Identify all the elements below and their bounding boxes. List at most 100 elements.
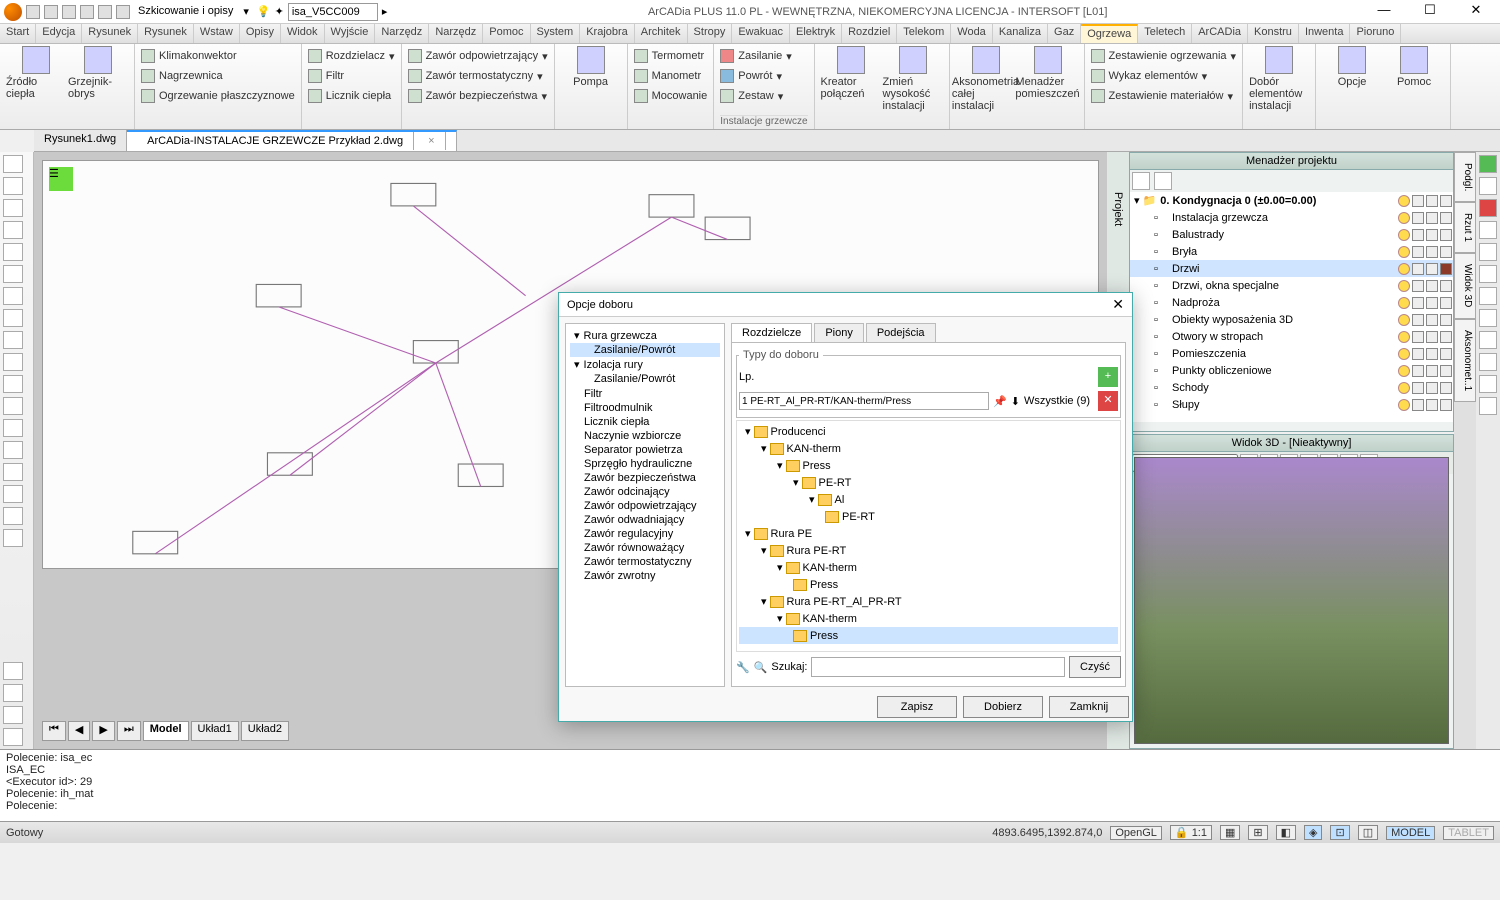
btn-zmien-wysokosc[interactable]: Zmień wysokość instalacji [883, 46, 943, 127]
btn-zawor-odpowietrzajacy[interactable]: Zawór odpowietrzający ▾ [408, 46, 548, 66]
ribbon-tab[interactable]: Teletech [1138, 24, 1192, 43]
list-item[interactable]: Zawór odpowietrzający [574, 499, 716, 513]
maximize-button[interactable]: ☐ [1410, 2, 1450, 22]
list-item[interactable]: Sprzęgło hydrauliczne [574, 457, 716, 471]
tool-curve-icon[interactable] [3, 221, 23, 239]
btn-opcje[interactable]: Opcje [1322, 46, 1382, 127]
tool-spiral-icon[interactable] [3, 463, 23, 481]
list-hdr-izolacja[interactable]: ▾ Izolacja rury [570, 357, 720, 372]
list-item-zasilanie-1[interactable]: Zasilanie/Powrót [570, 343, 720, 357]
ribbon-tab[interactable]: Architek [635, 24, 688, 43]
rtool-10-icon[interactable] [1479, 397, 1497, 415]
list-hdr-rura[interactable]: ▾ Rura grzewcza [570, 328, 720, 343]
rtool-4-icon[interactable] [1479, 265, 1497, 283]
ribbon-tab[interactable]: Widok [281, 24, 325, 43]
side-tab-rzut1[interactable]: Rzut 1 [1454, 202, 1476, 253]
ribbon-tab[interactable]: Woda [951, 24, 993, 43]
ribbon-tab[interactable]: Edycja [36, 24, 82, 43]
sheet-nav-next-icon[interactable]: ▶ [92, 721, 114, 741]
tree-item[interactable]: ▫Balustrady [1130, 226, 1453, 243]
clear-button[interactable]: Czyść [1069, 656, 1121, 678]
tool-orbit-icon[interactable] [3, 728, 23, 746]
ribbon-tab[interactable]: Krajobra [580, 24, 635, 43]
add-row-button[interactable]: + [1098, 367, 1118, 387]
view3d-canvas[interactable] [1134, 457, 1449, 744]
tree-pert-1[interactable]: ▾PE-RT [739, 474, 1118, 491]
sheet-nav-last-icon[interactable]: ⏭ [117, 721, 141, 741]
tool-line-icon[interactable] [3, 155, 23, 173]
btn-filtr[interactable]: Filtr [308, 66, 395, 86]
ribbon-tab[interactable]: Rysunek [138, 24, 194, 43]
tree-item[interactable]: ▫Punkty obliczeniowe [1130, 362, 1453, 379]
btn-mocowanie[interactable]: Mocowanie [634, 86, 708, 106]
menu-dropdown-icon[interactable]: ▾ [243, 5, 249, 18]
tool-zoom-icon[interactable] [3, 684, 23, 702]
zapisz-button[interactable]: Zapisz [877, 696, 957, 718]
hamburger-icon[interactable]: ☰ [49, 167, 73, 191]
qat-print-icon[interactable] [80, 5, 94, 19]
tree-item[interactable]: ▫Nadproża [1130, 294, 1453, 311]
rtool-8-icon[interactable] [1479, 353, 1497, 371]
tool-polygon-icon[interactable] [3, 375, 23, 393]
doc-tab-1[interactable]: Rysunek1.dwg [34, 130, 127, 151]
btn-zestaw[interactable]: Zestaw ▾ [720, 86, 807, 106]
qat-open-icon[interactable] [44, 5, 58, 19]
ribbon-tab[interactable]: Pomoc [483, 24, 530, 43]
tree-press-1[interactable]: ▾Press [739, 457, 1118, 474]
ribbon-tab[interactable]: System [531, 24, 581, 43]
menu-sketching[interactable]: Szkicowanie i opisy [138, 5, 233, 18]
tree-root[interactable]: ▾ 📁0. Kondygnacja 0 (±0.00=0.00) [1130, 192, 1453, 209]
tree-kantherm-1[interactable]: ▾KAN-therm [739, 440, 1118, 457]
qat-redo-icon[interactable] [116, 5, 130, 19]
tree-item[interactable]: ▫Pomieszczenia [1130, 345, 1453, 362]
status-scale[interactable]: 🔒 1:1 [1170, 825, 1212, 840]
command-line[interactable]: Polecenie: isa_ec ISA_EC <Executor id>: … [0, 749, 1500, 821]
tree-rura-pe[interactable]: ▾Rura PE [739, 525, 1118, 542]
qat-save-icon[interactable] [62, 5, 76, 19]
doc-tab-2[interactable]: ArCADia-INSTALACJE GRZEWCZE Przykład 2.d… [127, 130, 456, 151]
zamknij-button[interactable]: Zamknij [1049, 696, 1129, 718]
tool-diamond-icon[interactable] [3, 419, 23, 437]
status-snap-2[interactable]: ⊞ [1248, 825, 1267, 840]
sheet-tab-uklad1[interactable]: Układ1 [191, 721, 239, 741]
tool-hatch-icon[interactable] [3, 397, 23, 415]
del-row-button[interactable]: ✕ [1098, 391, 1118, 411]
btn-licznik-ciepla[interactable]: Licznik ciepła [308, 86, 395, 106]
rtool-6-icon[interactable] [1479, 309, 1497, 327]
ribbon-tab[interactable]: Start [0, 24, 36, 43]
list-item[interactable]: Zawór termostatyczny [574, 555, 716, 569]
ribbon-tab[interactable]: Kanaliza [993, 24, 1048, 43]
tree-item[interactable]: ▫Schody [1130, 379, 1453, 396]
delete-icon[interactable] [1479, 199, 1497, 217]
btn-manometr[interactable]: Manometr [634, 66, 708, 86]
ribbon-tab[interactable]: Wyjście [325, 24, 376, 43]
status-snap-3[interactable]: ◧ [1276, 825, 1296, 840]
tool-text-b-icon[interactable] [3, 529, 23, 547]
tree-press-2[interactable]: Press [739, 576, 1118, 593]
ribbon-tab[interactable]: Narzędz [429, 24, 483, 43]
search-tool-2-icon[interactable]: 🔍 [754, 661, 768, 674]
ribbon-tab[interactable]: Stropy [688, 24, 733, 43]
minimize-button[interactable]: — [1364, 2, 1404, 22]
rtool-5-icon[interactable] [1479, 287, 1497, 305]
star-icon[interactable]: ✦ [275, 5, 284, 18]
rtool-9-icon[interactable] [1479, 375, 1497, 393]
sheet-tab-uklad2[interactable]: Układ2 [241, 721, 289, 741]
btn-zestawienie-ogrzewania[interactable]: Zestawienie ogrzewania ▾ [1091, 46, 1237, 66]
ribbon-tab[interactable]: Inwenta [1299, 24, 1351, 43]
ribbon-tab[interactable]: Rysunek [82, 24, 138, 43]
side-tab-widok3d[interactable]: Widok 3D [1454, 253, 1476, 318]
btn-pomoc[interactable]: Pomoc [1384, 46, 1444, 127]
ribbon-tab[interactable]: Opisy [240, 24, 281, 43]
side-tab-podglad[interactable]: Podgl. [1454, 152, 1476, 202]
btn-zawor-bezpieczenstwa[interactable]: Zawór bezpieczeństwa ▾ [408, 86, 548, 106]
btn-klimakonwektor[interactable]: Klimakonwektor [141, 46, 295, 66]
ribbon-tab[interactable]: Telekom [897, 24, 951, 43]
tree-rura-pert[interactable]: ▾Rura PE-RT [739, 542, 1118, 559]
add-icon[interactable] [1479, 155, 1497, 173]
status-opengl[interactable]: OpenGL [1110, 826, 1162, 840]
rtool-3-icon[interactable] [1479, 243, 1497, 261]
tool-ellipse-icon[interactable] [3, 287, 23, 305]
tree-press-3[interactable]: Press [739, 627, 1118, 644]
btn-menadzer-pomieszczen[interactable]: Menadżer pomieszczeń [1018, 46, 1078, 127]
